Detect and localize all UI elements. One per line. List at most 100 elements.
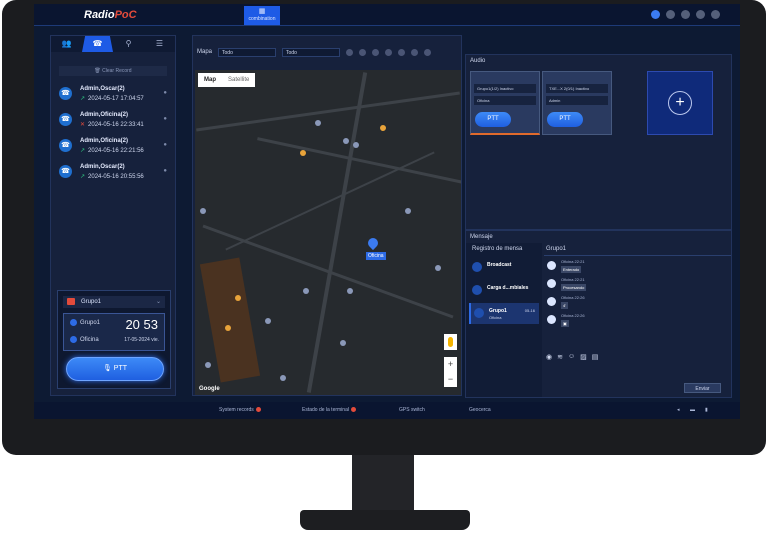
map-marker[interactable] [380, 125, 386, 131]
chat-toolbar: ◉ ≋ ☺ ▨ ▤ [546, 353, 598, 361]
map-tool-icon[interactable] [372, 48, 380, 56]
map-street [257, 137, 461, 186]
audio-ptt-button[interactable]: PTT [475, 112, 511, 127]
voice-icon[interactable]: ◉ [546, 353, 552, 361]
tab-groups[interactable]: 👥 [51, 36, 82, 52]
map-marker[interactable] [235, 295, 241, 301]
call-record[interactable]: ☎ Admin,Oficina(2) ↗ 2024-05-16 22:21:56 … [57, 134, 169, 160]
map-view[interactable]: Oficina Map Satellite + − Google [195, 70, 461, 395]
map-marker[interactable] [300, 150, 306, 156]
map-marker[interactable] [347, 288, 353, 294]
left-tabs: 👥 ☎ ⚲ ☰ [51, 36, 175, 52]
minimize-icon[interactable] [696, 10, 705, 19]
incoming-arrow-icon: ↗ [80, 96, 86, 102]
tab-org[interactable]: ⚲ [113, 36, 144, 52]
geocerca-item[interactable]: Geocerca [469, 407, 491, 413]
tab-combination[interactable]: ▦ combination [244, 6, 280, 25]
map-marker[interactable] [265, 318, 271, 324]
combination-icon: ▦ [258, 8, 266, 15]
map-marker[interactable] [340, 340, 346, 346]
zoom-in-icon[interactable]: + [444, 357, 457, 372]
map-tool-icon[interactable] [346, 48, 354, 56]
map-marker[interactable] [280, 375, 286, 381]
volume-icon[interactable]: ◂ [677, 407, 680, 413]
map-toolbar: Mapa Todo Todo [193, 46, 461, 58]
tab-list[interactable]: ☰ [144, 36, 175, 52]
map-tool-icon[interactable] [359, 48, 367, 56]
call-record[interactable]: ☎ Admin,Oficina(2) ✕ 2024-05-16 22:33:41 … [57, 108, 169, 134]
map-marker[interactable] [303, 288, 309, 294]
map-marker[interactable] [405, 208, 411, 214]
map-marker[interactable] [225, 325, 231, 331]
audio-card[interactable]: Grupo1(1/2) Inactivo Oficina PTT [470, 71, 540, 135]
clear-record-button[interactable]: 🗑 Clear Record [59, 66, 167, 76]
chat-message: Oficina 22:21 Procesando [544, 277, 731, 292]
settings-icon[interactable] [666, 10, 675, 19]
tab-calls[interactable]: ☎ [82, 36, 113, 52]
broadcast-icon [472, 262, 482, 272]
map-marker[interactable] [205, 362, 211, 368]
avatar [547, 261, 556, 270]
mic-icon[interactable]: ▮ [705, 407, 708, 413]
emoji-icon[interactable]: ☺ [568, 353, 575, 361]
card-number: 20 53 [125, 317, 158, 332]
audio-wave-icon[interactable]: ≋ [557, 353, 563, 361]
audio-panel: Audio Grupo1(1/2) Inactivo Oficina PTT T… [465, 54, 732, 230]
record-time-row: ↗ 2024-05-16 20:55:56 [80, 174, 144, 180]
group-select[interactable]: Grupo1 ⌄ [63, 296, 165, 308]
map-tool-icon[interactable] [424, 48, 432, 56]
audio-ptt-button[interactable]: PTT [547, 112, 583, 127]
zoom-control[interactable]: + − [444, 357, 457, 387]
map-tool-icon[interactable] [411, 48, 419, 56]
image-message-icon[interactable]: ▣ [561, 320, 569, 327]
message-list-item[interactable]: Carga d...mbiales [469, 280, 539, 301]
system-records-item[interactable]: System records [219, 407, 261, 413]
message-list-item[interactable]: Grupo1 Oficina 05-16 [469, 303, 539, 324]
street-view-icon[interactable] [444, 334, 457, 350]
more-icon[interactable]: ● [163, 116, 167, 122]
close-icon[interactable] [711, 10, 720, 19]
user-icon[interactable] [651, 10, 660, 19]
google-logo: Google [199, 386, 220, 392]
call-avatar-icon: ☎ [59, 165, 72, 178]
gps-switch-item[interactable]: GPS switch [399, 407, 425, 413]
tab-map[interactable]: Map [198, 73, 222, 87]
zoom-out-icon[interactable]: − [444, 372, 457, 387]
chat-icon [472, 285, 482, 295]
more-icon[interactable]: ● [163, 90, 167, 96]
chat-message: Oficina 22:21 Enterado [544, 259, 731, 274]
help-icon[interactable] [681, 10, 690, 19]
more-icon[interactable]: ● [163, 168, 167, 174]
location-pin-icon[interactable] [365, 235, 381, 251]
map-marker[interactable] [353, 142, 359, 148]
monitor-bezel: RadioPoC ▦ combination 👥 ☎ ⚲ ☰ 🗑 Clear Re… [2, 0, 766, 455]
call-record[interactable]: ☎ Admin,Oscar(2) ↗ 2024-05-17 17:04:57 ● [57, 82, 169, 108]
map-marker[interactable] [315, 120, 321, 126]
map-marker[interactable] [343, 138, 349, 144]
more-icon[interactable]: ● [163, 142, 167, 148]
add-audio-card-button[interactable]: + [647, 71, 713, 135]
record-name: Admin,Oficina(2) [80, 112, 129, 118]
message-list-item[interactable]: Broadcast [469, 257, 539, 278]
filter-select-1[interactable]: Todo [218, 47, 277, 57]
filter-select-2[interactable]: Todo [282, 47, 341, 57]
ptt-button[interactable]: 🎙 PTT [66, 357, 164, 381]
card-user-row: Oficina [70, 336, 99, 343]
map-tool-icon[interactable] [385, 48, 393, 56]
map-tool-icon[interactable] [398, 48, 406, 56]
group-status-card: Grupo1 20 53 Oficina 17-05-2024 vie. [63, 313, 165, 351]
call-record[interactable]: ☎ Admin,Oscar(2) ↗ 2024-05-16 20:55:56 ● [57, 160, 169, 186]
map-marker[interactable] [200, 208, 206, 214]
message-panel: Mensaje Registro de mensa Broadcast Carg… [465, 230, 732, 398]
group-icon [474, 308, 484, 318]
terminal-status-item[interactable]: Estado de la terminal [302, 407, 356, 413]
audio-card[interactable]: TXE...X 2(0/1) Inactivo Admin PTT [542, 71, 612, 135]
map-marker[interactable] [435, 265, 441, 271]
flag-icon: ▬ [690, 407, 695, 413]
video-icon[interactable]: ▤ [592, 353, 599, 361]
audio-title: Audio [470, 58, 486, 64]
left-panel: 👥 ☎ ⚲ ☰ 🗑 Clear Record ☎ Admin,Oscar(2) … [50, 35, 176, 396]
send-button[interactable]: Enviar [684, 383, 721, 393]
tab-satellite[interactable]: Satellite [222, 73, 255, 87]
image-icon[interactable]: ▨ [580, 353, 587, 361]
